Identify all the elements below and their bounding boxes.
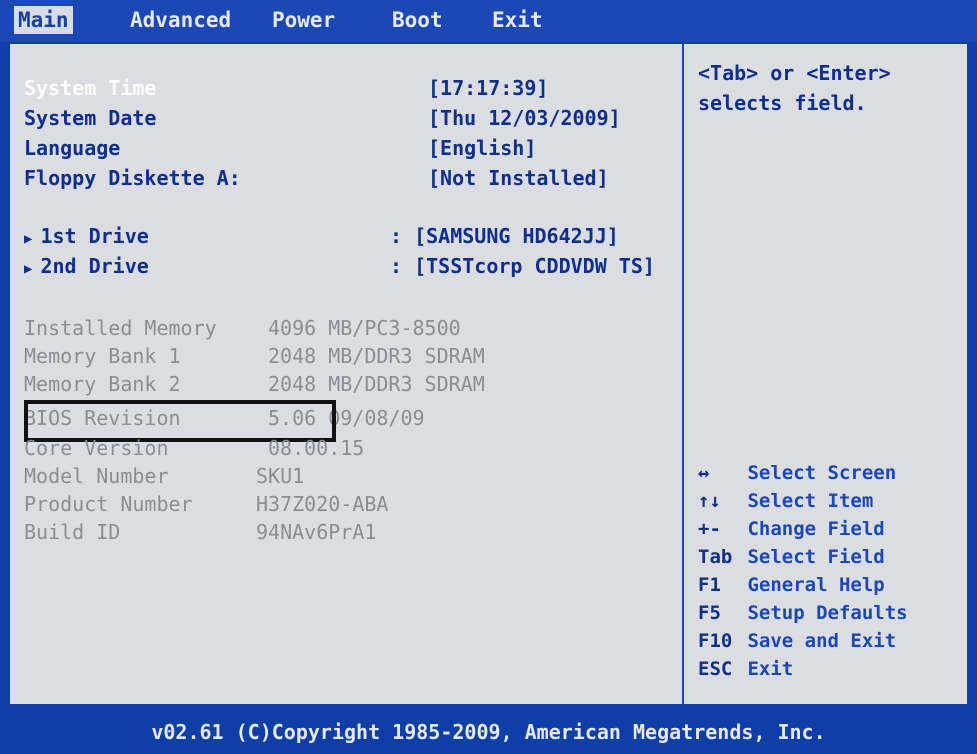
key-label: F1 bbox=[698, 574, 721, 596]
model-number-value: SKU1 bbox=[256, 464, 305, 488]
submenu-arrow-icon: ▶ bbox=[24, 261, 33, 277]
key-hint-desc: Setup Defaults bbox=[747, 602, 908, 624]
key-hint-desc: Select Item bbox=[747, 490, 874, 512]
key-hint-save-exit: F10 Save and Exit bbox=[698, 630, 896, 652]
submenu-arrow-icon: ▶ bbox=[24, 231, 33, 247]
key-hint-setup-defaults: F5 Setup Defaults bbox=[698, 602, 908, 624]
build-id-label: Build ID bbox=[24, 520, 121, 544]
key-hint-desc: General Help bbox=[747, 574, 885, 596]
key-hint-select-item: ↑↓ Select Item bbox=[698, 490, 873, 512]
key-hint-change-field: +- Change Field bbox=[698, 518, 885, 540]
first-drive-value: : [SAMSUNG HD642JJ] bbox=[390, 224, 619, 248]
key-hint-select-screen: ↔ Select Screen bbox=[698, 462, 896, 484]
key-hint-general-help: F1 General Help bbox=[698, 574, 885, 596]
installed-memory-value: 4096 MB/PC3-8500 bbox=[268, 316, 461, 340]
core-version-label: Core Version bbox=[24, 436, 169, 460]
installed-memory-label: Installed Memory bbox=[24, 316, 217, 340]
bios-screen: Main Advanced Power Boot Exit System Tim… bbox=[0, 0, 977, 754]
language-label[interactable]: Language bbox=[24, 136, 120, 160]
second-drive-value: : [TSSTcorp CDDVDW TS] bbox=[390, 254, 655, 278]
plus-minus-icon: +- bbox=[698, 518, 721, 540]
help-line-1: <Tab> or <Enter> bbox=[698, 61, 891, 85]
key-hint-desc: Select Screen bbox=[747, 462, 897, 484]
second-drive-item[interactable]: ▶ 2nd Drive bbox=[24, 254, 149, 278]
product-number-value: H37Z020-ABA bbox=[256, 492, 389, 516]
floppy-label[interactable]: Floppy Diskette A: bbox=[24, 166, 241, 190]
key-hint-desc: Exit bbox=[747, 658, 794, 680]
menu-bar: Main Advanced Power Boot Exit bbox=[0, 0, 977, 42]
system-date-label[interactable]: System Date bbox=[24, 106, 156, 130]
floppy-value[interactable]: [Not Installed] bbox=[428, 166, 609, 190]
key-label: ESC bbox=[698, 658, 733, 680]
memory-bank2-value: 2048 MB/DDR3 SDRAM bbox=[268, 372, 485, 396]
build-id-value: 94NAv6PrA1 bbox=[256, 520, 377, 544]
key-hint-desc: Select Field bbox=[747, 546, 885, 568]
second-drive-label: 2nd Drive bbox=[40, 254, 149, 278]
first-drive-label: 1st Drive bbox=[40, 224, 149, 248]
system-date-value[interactable]: [Thu 12/03/2009] bbox=[428, 106, 621, 130]
main-panel: System Time [17:17:39] System Date [Thu … bbox=[10, 44, 967, 704]
core-version-value: 08.00.15 bbox=[268, 436, 365, 460]
product-number-label: Product Number bbox=[24, 492, 193, 516]
memory-bank2-label: Memory Bank 2 bbox=[24, 372, 181, 396]
tab-exit[interactable]: Exit bbox=[488, 6, 547, 34]
memory-bank1-value: 2048 MB/DDR3 SDRAM bbox=[268, 344, 485, 368]
copyright-footer: v02.61 (C)Copyright 1985-2009, American … bbox=[151, 720, 826, 744]
up-down-arrow-icon: ↑↓ bbox=[698, 490, 721, 512]
tab-advanced[interactable]: Advanced bbox=[126, 6, 235, 34]
left-right-arrow-icon: ↔ bbox=[698, 462, 710, 484]
help-line-2: selects field. bbox=[698, 91, 867, 115]
key-hint-desc: Change Field bbox=[747, 518, 885, 540]
first-drive-item[interactable]: ▶ 1st Drive bbox=[24, 224, 149, 248]
key-label: F10 bbox=[698, 630, 733, 652]
memory-bank1-label: Memory Bank 1 bbox=[24, 344, 181, 368]
help-panel: <Tab> or <Enter> selects field. ↔ Select… bbox=[682, 44, 969, 704]
key-hint-exit: ESC Exit bbox=[698, 658, 793, 680]
tab-boot[interactable]: Boot bbox=[388, 6, 447, 34]
key-label: F5 bbox=[698, 602, 721, 624]
key-hint-desc: Save and Exit bbox=[747, 630, 897, 652]
key-label: Tab bbox=[698, 546, 733, 568]
settings-area: System Time [17:17:39] System Date [Thu … bbox=[10, 44, 678, 704]
system-time-label[interactable]: System Time bbox=[24, 76, 156, 100]
language-value[interactable]: [English] bbox=[428, 136, 536, 160]
tab-main[interactable]: Main bbox=[14, 6, 73, 34]
help-description: <Tab> or <Enter> selects field. bbox=[698, 58, 891, 118]
model-number-label: Model Number bbox=[24, 464, 169, 488]
key-hint-select-field: Tab Select Field bbox=[698, 546, 885, 568]
system-time-value[interactable]: [17:17:39] bbox=[428, 76, 548, 100]
tab-power[interactable]: Power bbox=[268, 6, 339, 34]
